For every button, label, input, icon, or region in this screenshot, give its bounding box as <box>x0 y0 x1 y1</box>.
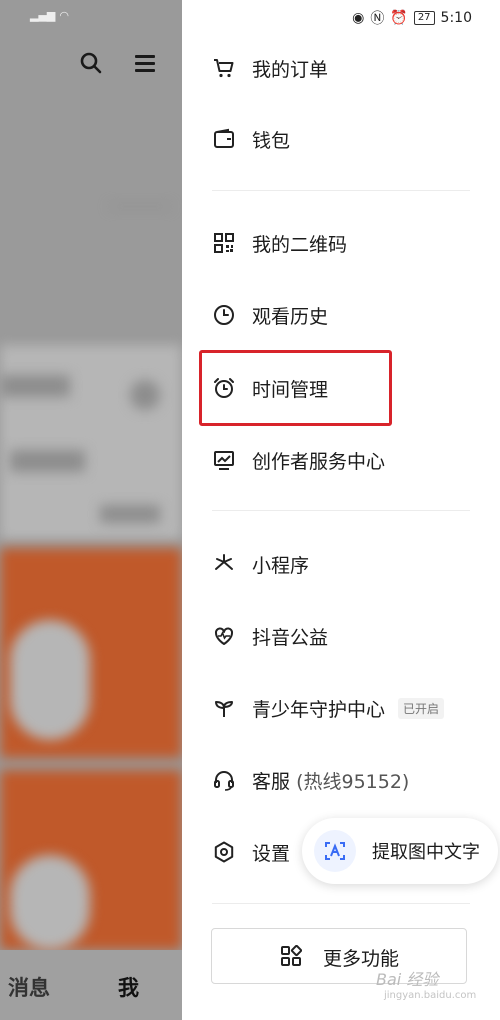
status-bar-right: ◉ Ⓝ ⏰ 27 5:10 <box>352 8 472 28</box>
extract-text-label: 提取图中文字 <box>372 842 480 863</box>
status-badge: 已开启 <box>398 697 445 719</box>
menu-item-label: 我的订单 <box>252 58 329 81</box>
divider <box>212 510 470 511</box>
mini-program-icon <box>215 554 233 570</box>
menu-item-label: 观看历史 <box>252 305 329 328</box>
tab-me[interactable]: 我 <box>118 972 139 1002</box>
menu-item-label: 我的二维码 <box>252 233 348 256</box>
cart-icon <box>214 59 234 78</box>
blurred-content <box>110 205 170 208</box>
menu-item-watch-history[interactable]: 观看历史 <box>182 285 500 345</box>
divider <box>212 903 470 904</box>
clock-time: 5:10 <box>440 10 472 26</box>
battery-icon: 27 <box>413 11 435 25</box>
menu-item-label: 抖音公益 <box>252 626 329 649</box>
headset-icon <box>214 771 234 791</box>
blurred-content <box>10 620 90 740</box>
blurred-content <box>0 375 70 397</box>
wallet-icon <box>214 128 234 148</box>
menu-item-charity[interactable]: 抖音公益 <box>182 606 500 666</box>
watermark-logo: Bai 经验 <box>376 970 439 989</box>
menu-item-label: 小程序 <box>252 554 310 577</box>
menu-item-wallet[interactable]: 钱包 <box>182 109 500 169</box>
menu-item-label: 青少年守护中心 <box>252 698 386 721</box>
chart-monitor-icon <box>214 451 234 470</box>
grid-apps-icon <box>281 945 302 966</box>
service-label: 客服 <box>252 770 291 793</box>
nfc-icon: Ⓝ <box>370 11 385 27</box>
history-clock-icon <box>214 305 234 325</box>
service-hotline: (热线95152) <box>296 770 410 793</box>
menu-item-label: 钱包 <box>252 129 291 152</box>
charity-heart-icon <box>215 627 233 645</box>
blurred-content <box>100 505 160 523</box>
tab-messages[interactable]: 消息 <box>8 972 50 1002</box>
menu-item-customer-service[interactable]: 客服 (热线95152) <box>182 750 500 810</box>
status-bar-left: ▂▄▆ ◠ <box>30 9 69 22</box>
divider <box>212 190 470 191</box>
qr-code-icon <box>214 233 234 253</box>
extract-text-button[interactable]: 提取图中文字 <box>302 818 498 884</box>
blurred-content <box>10 450 85 472</box>
menu-item-mini-programs[interactable]: 小程序 <box>182 534 500 594</box>
background-profile-page: ▂▄▆ ◠ 消息 我 <box>0 0 182 1020</box>
menu-item-label: 设置 <box>252 842 291 865</box>
menu-item-orders[interactable]: 我的订单 <box>182 38 500 98</box>
highlight-annotation-box <box>199 350 392 426</box>
search-icon[interactable] <box>80 52 102 74</box>
wifi-icon: ◠ <box>59 9 69 22</box>
watermark-url: jingyan.baidu.com <box>384 990 477 1001</box>
alarm-status-icon: ⏰ <box>390 10 408 26</box>
menu-item-qr-code[interactable]: 我的二维码 <box>182 213 500 273</box>
hamburger-menu-icon[interactable] <box>135 55 155 73</box>
eye-icon: ◉ <box>352 10 365 26</box>
blurred-content <box>130 380 160 410</box>
blurred-content <box>10 855 90 950</box>
signal-icon: ▂▄▆ <box>30 9 56 22</box>
menu-item-label: 创作者服务中心 <box>252 450 386 473</box>
settings-hexagon-icon <box>214 841 234 863</box>
menu-item-label: 客服 (热线95152) <box>252 767 409 794</box>
text-scan-icon <box>314 830 356 872</box>
menu-item-creator-center[interactable]: 创作者服务中心 <box>182 430 500 490</box>
sprout-icon <box>215 701 233 717</box>
menu-item-youth-protection[interactable]: 青少年守护中心 已开启 <box>182 678 500 738</box>
